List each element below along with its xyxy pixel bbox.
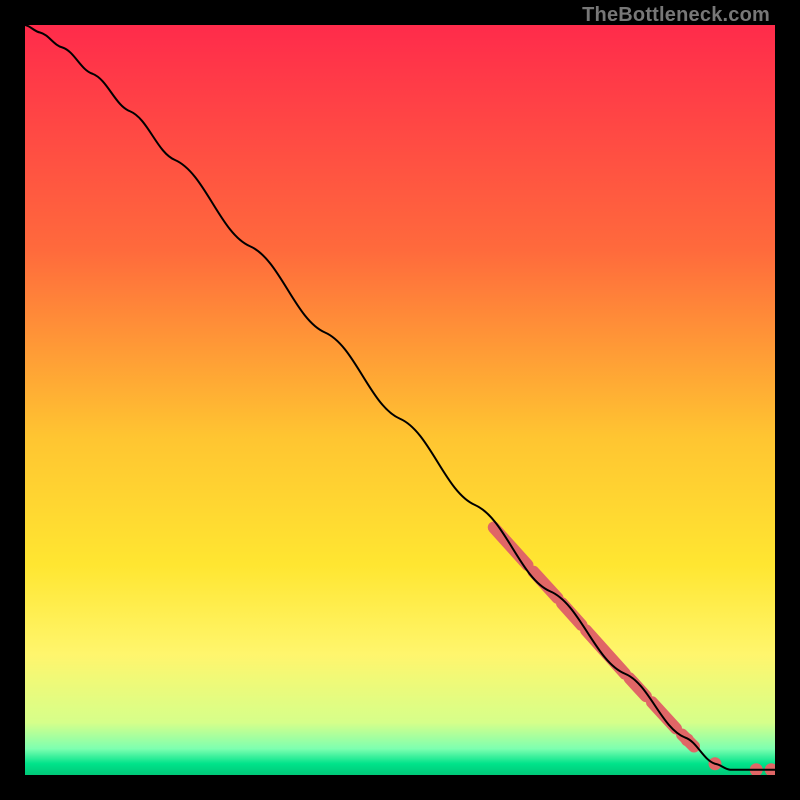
data-point: [681, 733, 694, 746]
chart-container: [25, 25, 775, 775]
bottleneck-curve-chart: [25, 25, 775, 775]
watermark-text: TheBottleneck.com: [582, 4, 770, 27]
gradient-background: [25, 25, 775, 775]
